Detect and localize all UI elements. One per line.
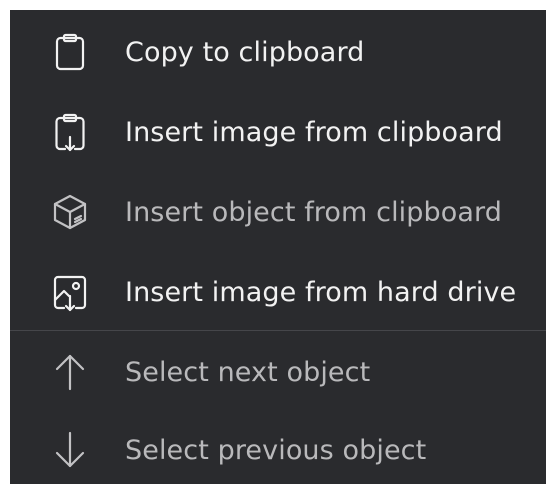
menu-item-label: Insert object from clipboard bbox=[125, 196, 502, 228]
menu-item-label: Select previous object bbox=[125, 434, 427, 466]
cube-icon bbox=[50, 192, 90, 232]
menu-divider bbox=[10, 330, 546, 331]
context-menu: Copy to clipboard Insert image from clip… bbox=[10, 10, 546, 484]
menu-item-insert-image-from-clipboard[interactable]: Insert image from clipboard bbox=[10, 92, 546, 172]
clipboard-download-icon bbox=[50, 112, 90, 152]
menu-item-select-next-object[interactable]: Select next object bbox=[10, 332, 546, 412]
menu-item-select-previous-object[interactable]: Select previous object bbox=[10, 410, 546, 490]
menu-item-label: Insert image from clipboard bbox=[125, 116, 503, 148]
menu-item-copy-to-clipboard[interactable]: Copy to clipboard bbox=[10, 12, 546, 92]
menu-item-insert-image-from-hard-drive[interactable]: Insert image from hard drive bbox=[10, 252, 546, 332]
menu-item-insert-object-from-clipboard[interactable]: Insert object from clipboard bbox=[10, 172, 546, 252]
image-download-icon bbox=[50, 272, 90, 312]
menu-item-label: Copy to clipboard bbox=[125, 36, 365, 68]
menu-item-label: Select next object bbox=[125, 356, 371, 388]
arrow-up-icon bbox=[50, 352, 90, 392]
clipboard-icon bbox=[50, 32, 90, 72]
arrow-down-icon bbox=[50, 430, 90, 470]
menu-item-label: Insert image from hard drive bbox=[125, 276, 517, 308]
